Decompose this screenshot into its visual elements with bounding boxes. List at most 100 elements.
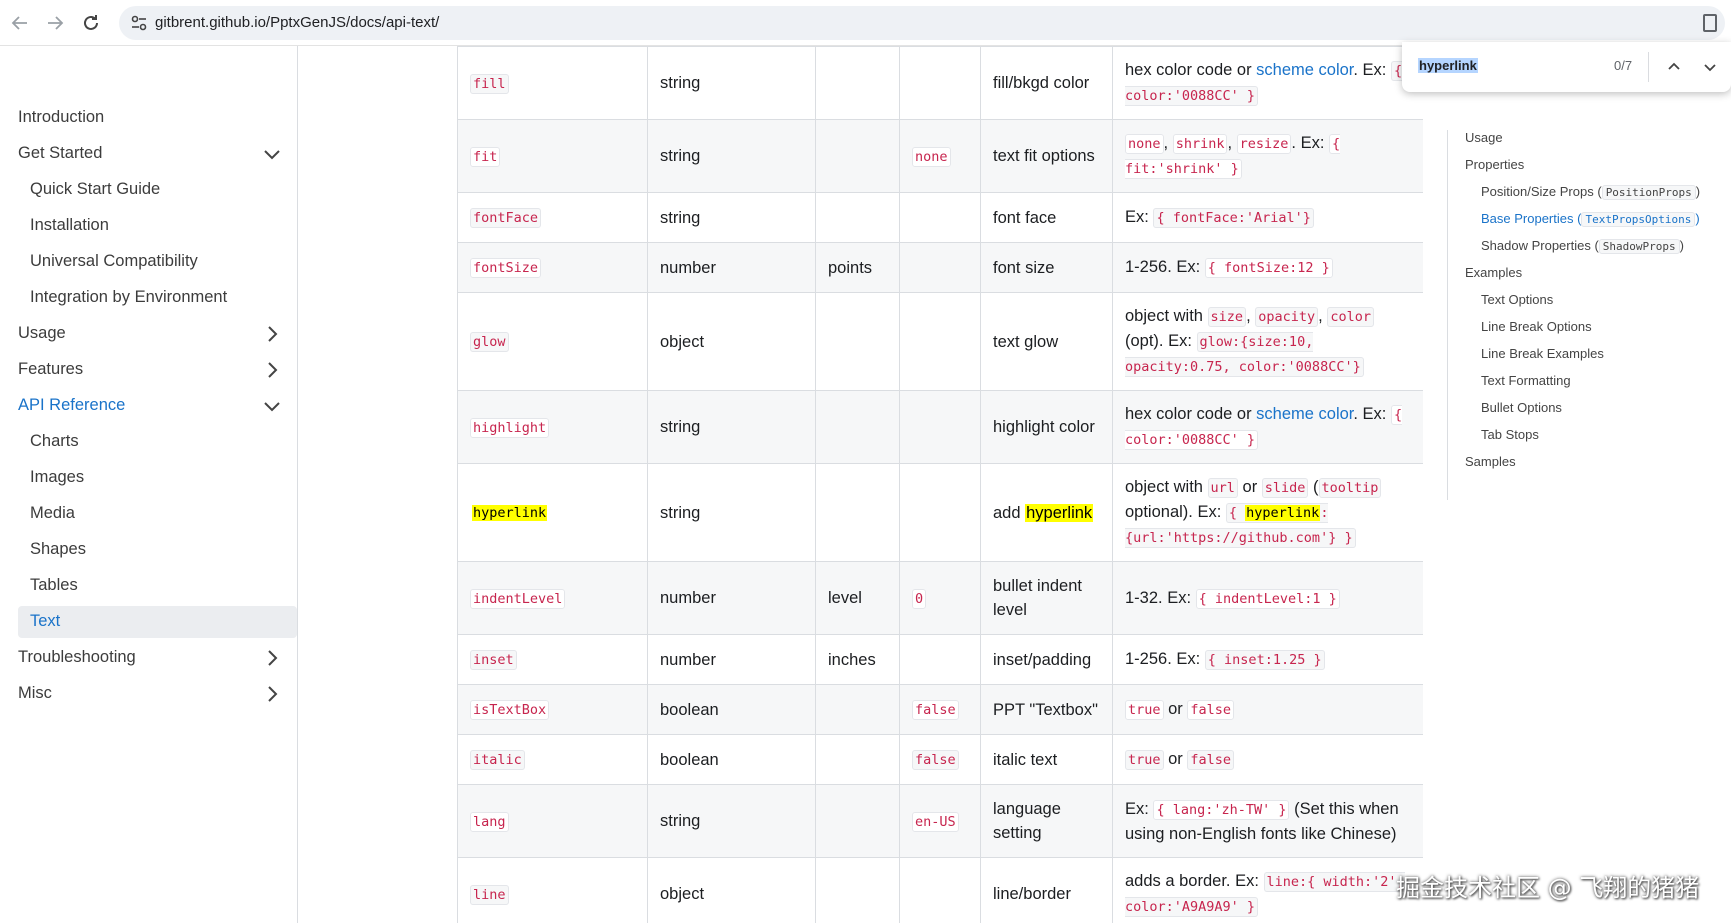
sidebar-item-features[interactable]: Features <box>0 354 298 386</box>
sidebar-item-tables[interactable]: Tables <box>0 570 298 602</box>
toc-item-label: Tab Stops <box>1481 427 1539 442</box>
sidebar-item-images[interactable]: Images <box>0 462 298 494</box>
sidebar-item-quick-start-guide[interactable]: Quick Start Guide <box>0 174 298 206</box>
reload-button[interactable] <box>79 11 103 35</box>
chevron-down-icon[interactable] <box>260 142 284 166</box>
search-highlight: hyperlink <box>1025 503 1094 522</box>
toc-item-label: Base Properties <box>1481 211 1574 226</box>
type-cell: string <box>647 784 816 858</box>
description-cell: fill/bkgd color <box>980 46 1113 120</box>
sidebar-item-get-started[interactable]: Get Started <box>0 138 298 170</box>
type-cell: number <box>647 561 816 635</box>
sidebar-item-media[interactable]: Media <box>0 498 298 530</box>
toc-item-tab-stops[interactable]: Tab Stops <box>1481 427 1539 442</box>
toc-item-examples[interactable]: Examples <box>1465 265 1522 280</box>
option-name: lang <box>470 811 509 832</box>
sidebar-item-label: Text <box>30 612 61 630</box>
chevron-right-icon[interactable] <box>260 646 284 670</box>
table-row: line object line/border adds a border. Ex: … <box>457 857 1423 923</box>
sidebar-item-usage[interactable]: Usage <box>0 318 298 350</box>
possible-values-cell: 1-32. Ex: { indentLevel:1 } <box>1112 561 1423 635</box>
sidebar-item-label: Usage <box>18 324 66 342</box>
toc-item-label: Text Options <box>1481 292 1554 307</box>
option-name: fill <box>470 73 509 94</box>
previous-match-up-icon[interactable] <box>1662 55 1686 79</box>
value-text: (opt). Ex: <box>1125 332 1197 350</box>
option-name-cell: italic <box>457 734 648 785</box>
sidebar-item-label: Quick Start Guide <box>30 180 161 198</box>
sidebar-item-integration-by-environment[interactable]: Integration by Environment <box>0 282 298 314</box>
option-name-cell: glow <box>457 292 648 391</box>
toc-item-shadow-properties[interactable]: Shadow Properties (ShadowProps) <box>1481 238 1684 254</box>
possible-values-cell: Ex: { lang:'zh-TW' } (Set this when usin… <box>1112 784 1423 858</box>
default-cell <box>899 390 981 464</box>
option-name: fontFace <box>470 208 542 228</box>
value-code: { indentLevel:1 } <box>1195 588 1340 609</box>
toc-item-base-properties[interactable]: Base Properties (TextPropsOptions) <box>1481 211 1700 227</box>
toc-item-label: Usage <box>1465 130 1503 145</box>
next-match-down-icon[interactable] <box>1698 55 1722 79</box>
site-settings-icon[interactable] <box>129 13 149 33</box>
scheme-color-link[interactable]: scheme color <box>1256 61 1353 79</box>
sidebar-item-label: Tables <box>30 576 78 594</box>
sidebar-item-troubleshooting[interactable]: Troubleshooting <box>0 642 298 674</box>
chevron-down-icon[interactable] <box>260 394 284 418</box>
sidebar-item-label: Features <box>18 360 84 378</box>
possible-values-cell: object with url or slide (tooltip option… <box>1112 463 1423 562</box>
address-bar[interactable]: gitbrent.github.io/PptxGenJS/docs/api-te… <box>119 6 1725 40</box>
toc-item-text-formatting[interactable]: Text Formatting <box>1481 373 1571 388</box>
sidebar-item-api-reference[interactable]: API Reference <box>0 390 298 422</box>
unit-cell <box>815 46 900 120</box>
chevron-right-icon[interactable] <box>260 322 284 346</box>
toc-item-position-size-props[interactable]: Position/Size Props (PositionProps) <box>1481 184 1700 200</box>
toc-item-line-break-examples[interactable]: Line Break Examples <box>1481 346 1604 361</box>
sidebar-item-installation[interactable]: Installation <box>0 210 298 242</box>
table-row: isTextBox boolean false PPT "Textbox" true o… <box>457 684 1423 735</box>
type-cell: string <box>647 46 816 120</box>
default-cell: 0 <box>899 561 981 635</box>
toc-item-label: Shadow Properties <box>1481 238 1591 253</box>
value-text: Ex: <box>1125 799 1154 818</box>
find-input[interactable]: hyperlink <box>1418 58 1478 73</box>
type-cell: string <box>647 390 816 464</box>
chevron-right-icon[interactable] <box>260 358 284 382</box>
sidebar-item-misc[interactable]: Misc <box>0 678 298 710</box>
default-cell: false <box>899 684 981 735</box>
default-cell <box>899 242 981 293</box>
browser-toolbar: gitbrent.github.io/PptxGenJS/docs/api-te… <box>0 0 1731 46</box>
value-text: , <box>1318 307 1328 325</box>
sidebar-item-introduction[interactable]: Introduction <box>0 102 298 134</box>
value-text: hex color code or <box>1125 405 1257 423</box>
sidebar-item-shapes[interactable]: Shapes <box>0 534 298 566</box>
sidebar-item-universal-compatibility[interactable]: Universal Compatibility <box>0 246 298 278</box>
forward-button[interactable] <box>43 11 67 35</box>
chevron-right-icon[interactable] <box>260 682 284 706</box>
unit-cell <box>815 784 900 858</box>
option-name-cell: line <box>457 857 648 923</box>
back-button[interactable] <box>8 11 32 35</box>
toc-item-bullet-options[interactable]: Bullet Options <box>1481 400 1562 415</box>
option-name: isTextBox <box>470 700 550 720</box>
default-value: false <box>912 750 959 770</box>
toc-item-text-options[interactable]: Text Options <box>1481 292 1553 307</box>
option-name-cell: highlight <box>457 390 648 464</box>
type-cell: string <box>647 192 816 243</box>
unit-cell <box>815 292 900 391</box>
toc-item-usage[interactable]: Usage <box>1465 130 1503 145</box>
scheme-color-link[interactable]: scheme color <box>1256 405 1353 423</box>
value-text: object with <box>1125 478 1208 496</box>
value-code: true <box>1125 750 1164 770</box>
document-icon[interactable] <box>1703 14 1717 32</box>
sidebar-item-charts[interactable]: Charts <box>0 426 298 458</box>
toc-item-properties[interactable]: Properties <box>1465 157 1524 172</box>
toc-item-label: Examples <box>1465 265 1523 280</box>
toc-item-line-break-options[interactable]: Line Break Options <box>1481 319 1592 334</box>
option-name-cell: fit <box>457 119 648 193</box>
option-name: italic <box>470 750 525 770</box>
possible-values-cell: 1-256. Ex: { fontSize:12 } <box>1112 242 1423 293</box>
sidebar-item-text[interactable]: Text <box>18 606 297 638</box>
sidebar-item-label: Shapes <box>30 540 86 558</box>
toc-item-samples[interactable]: Samples <box>1465 454 1516 469</box>
default-cell <box>899 463 981 562</box>
table-of-contents: Usage Properties Position/Size Props (Posi… <box>1447 130 1717 500</box>
